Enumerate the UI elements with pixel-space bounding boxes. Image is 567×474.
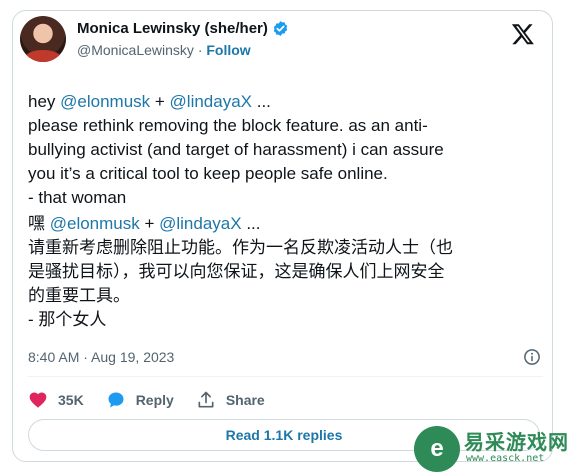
ellipsis-text: ... xyxy=(241,214,261,233)
heart-icon xyxy=(29,392,47,408)
author-avatar[interactable] xyxy=(20,16,66,62)
mention-elonmusk[interactable]: @elonmusk xyxy=(50,214,140,233)
plus-text: + xyxy=(139,214,160,233)
tweet-text-english: hey @elonmusk + @lindayaX ... please ret… xyxy=(28,90,444,210)
handle-separator: · xyxy=(197,42,203,58)
action-bar: 35K Reply Share xyxy=(28,388,287,412)
share-button[interactable]: Share xyxy=(196,390,265,410)
text-line: bullying activist (and target of harassm… xyxy=(28,140,444,159)
reply-button[interactable]: Reply xyxy=(106,390,174,410)
text-line: you it’s a critical tool to keep people … xyxy=(28,164,388,183)
watermark-url: www.easck.net xyxy=(466,453,545,464)
plus-text: + xyxy=(150,92,170,111)
follow-link[interactable]: Follow xyxy=(206,42,250,58)
text-line: - 那个女人 xyxy=(28,310,107,329)
mention-lindayax[interactable]: @lindayaX xyxy=(159,214,241,233)
reply-label: Reply xyxy=(135,392,174,408)
site-watermark: e 易采游戏网 www.easck.net xyxy=(414,426,567,474)
like-button[interactable]: 35K xyxy=(28,390,84,410)
date-text: Aug 19, 2023 xyxy=(91,349,175,365)
mention-elonmusk[interactable]: @elonmusk xyxy=(60,92,150,111)
author-handle-line: @MonicaLewinsky · Follow xyxy=(77,42,251,58)
time-text: 8:40 AM xyxy=(28,349,80,365)
reply-bubble-icon xyxy=(108,392,124,408)
text-line: - that woman xyxy=(28,188,127,207)
text-line: please rethink removing the block featur… xyxy=(28,116,428,135)
tweet-timestamp[interactable]: 8:40 AM · Aug 19, 2023 xyxy=(28,349,174,365)
greeting: hey xyxy=(28,92,61,111)
verified-badge-icon xyxy=(273,21,288,36)
like-count: 35K xyxy=(58,392,84,408)
ellipsis-text: ... xyxy=(252,92,271,111)
tweet-text-chinese: 嘿 @elonmusk + @lindayaX ... 请重新考虑删除阻止功能。… xyxy=(28,212,453,332)
x-logo-icon[interactable] xyxy=(511,22,535,46)
date-separator: · xyxy=(79,349,92,365)
info-icon[interactable] xyxy=(523,348,541,366)
watermark-logo: e xyxy=(414,426,460,472)
author-name[interactable]: Monica Lewinsky (she/her) xyxy=(77,20,268,37)
text-line: 是骚扰目标），我可以向您保证，这是确保人们上网安全 xyxy=(28,262,445,281)
greeting: 嘿 xyxy=(28,214,50,233)
author-handle[interactable]: @MonicaLewinsky xyxy=(77,42,194,58)
share-label: Share xyxy=(225,392,265,408)
mention-lindayax[interactable]: @lindayaX xyxy=(170,92,252,111)
watermark-name: 易采游戏网 xyxy=(464,432,567,454)
text-line: 的重要工具。 xyxy=(28,286,130,305)
text-line: 请重新考虑删除阻止功能。作为一名反欺凌活动人士（也 xyxy=(28,238,453,257)
divider xyxy=(28,376,543,377)
share-upload-icon xyxy=(198,391,214,408)
